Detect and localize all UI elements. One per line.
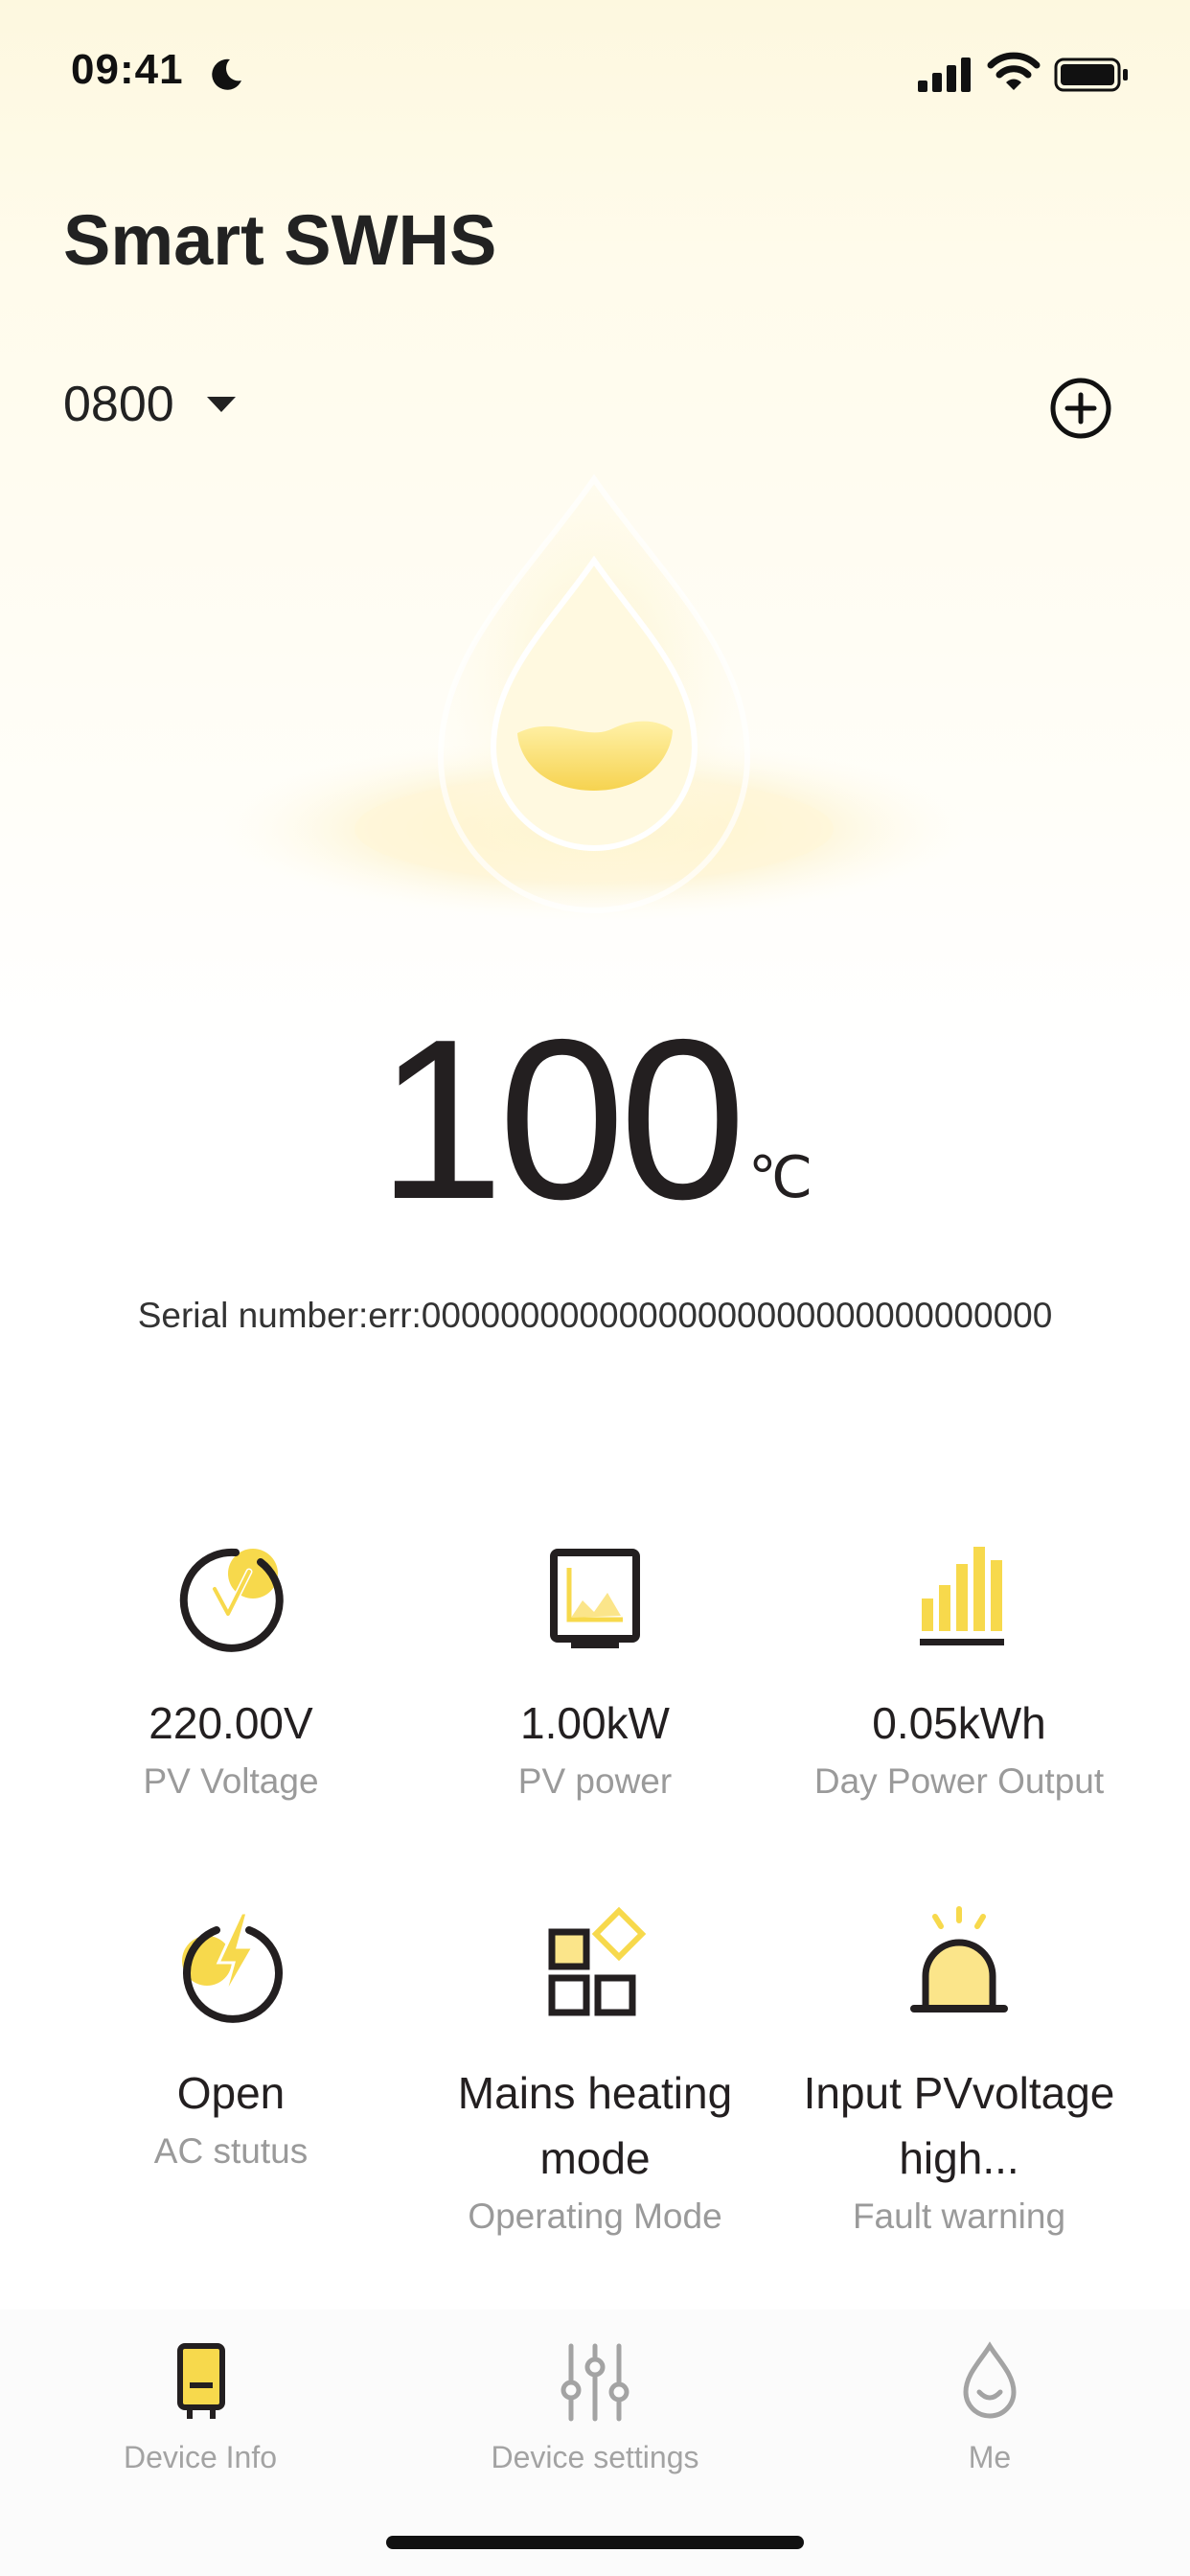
temperature-unit: ℃: [747, 1145, 813, 1209]
device-selector-label: 0800: [63, 377, 174, 432]
tab-device-info[interactable]: Device Info: [2, 2338, 399, 2475]
metric-operating-mode: Mains heating mode Operating Mode: [397, 1903, 793, 2242]
tab-label: Device settings: [491, 2440, 699, 2474]
water-drop-illustration: [220, 473, 968, 920]
device-icon: [177, 2343, 225, 2419]
caret-down-icon: [206, 397, 236, 412]
mode-grid-icon: [548, 1906, 647, 2016]
alarm-light-icon: [910, 1906, 1008, 2012]
temperature-display: 100 ℃: [0, 1006, 1190, 1234]
metric-label: AC stutus: [153, 2131, 309, 2171]
metric-label: Operating Mode: [468, 2196, 722, 2236]
metric-value: 0.05kWh: [872, 1698, 1046, 1748]
wifi-icon: [987, 52, 1041, 90]
battery-icon: [1054, 58, 1128, 92]
tab-label: Me: [968, 2440, 1012, 2474]
voltage-icon: [179, 1548, 284, 1652]
device-selector[interactable]: 0800: [63, 376, 238, 433]
page-title: Smart SWHS: [63, 200, 497, 280]
metric-pv-power: 1.00kW PV power: [397, 1533, 793, 1807]
signal-icon: [918, 58, 971, 92]
moon-icon: [212, 58, 241, 90]
metric-label: PV Voltage: [143, 1761, 319, 1801]
power-monitor-icon: [550, 1549, 640, 1648]
metric-day-power-output: 0.05kWh Day Power Output: [761, 1533, 1157, 1807]
drop-face-icon: [963, 2341, 1017, 2419]
metric-label: Day Power Output: [813, 1761, 1105, 1801]
metric-label: PV power: [517, 1761, 673, 1801]
metric-value-line2: high...: [899, 2133, 1019, 2183]
metric-value-line1: Mains heating: [457, 2068, 733, 2118]
metric-pv-voltage: 220.00V PV Voltage: [33, 1533, 429, 1807]
metric-ac-status: Open AC stutus: [33, 1903, 429, 2177]
home-indicator: [386, 2536, 804, 2549]
metric-value-line2: mode: [539, 2133, 651, 2183]
serial-number: Serial number:err:0000000000000000000000…: [137, 1296, 1053, 1335]
metric-value: 1.00kW: [520, 1698, 670, 1748]
metric-label: Fault warning: [852, 2196, 1066, 2236]
metric-fault-warning: Input PVvoltage high... Fault warning: [761, 1903, 1157, 2242]
metric-value: 220.00V: [149, 1698, 313, 1748]
lightning-power-icon: [182, 1911, 283, 2023]
sliders-icon: [561, 2343, 629, 2422]
tab-me[interactable]: Me: [791, 2338, 1188, 2475]
tab-label: Device Info: [123, 2440, 278, 2474]
tab-device-settings[interactable]: Device settings: [397, 2338, 793, 2475]
add-device-button[interactable]: [1048, 376, 1113, 441]
temperature-value: 100: [377, 993, 746, 1247]
metric-value-line1: Input PVvoltage: [803, 2068, 1115, 2118]
status-time: 09:41: [71, 46, 184, 93]
metric-value: Open: [176, 2068, 286, 2118]
bar-chart-icon: [920, 1547, 1004, 1645]
